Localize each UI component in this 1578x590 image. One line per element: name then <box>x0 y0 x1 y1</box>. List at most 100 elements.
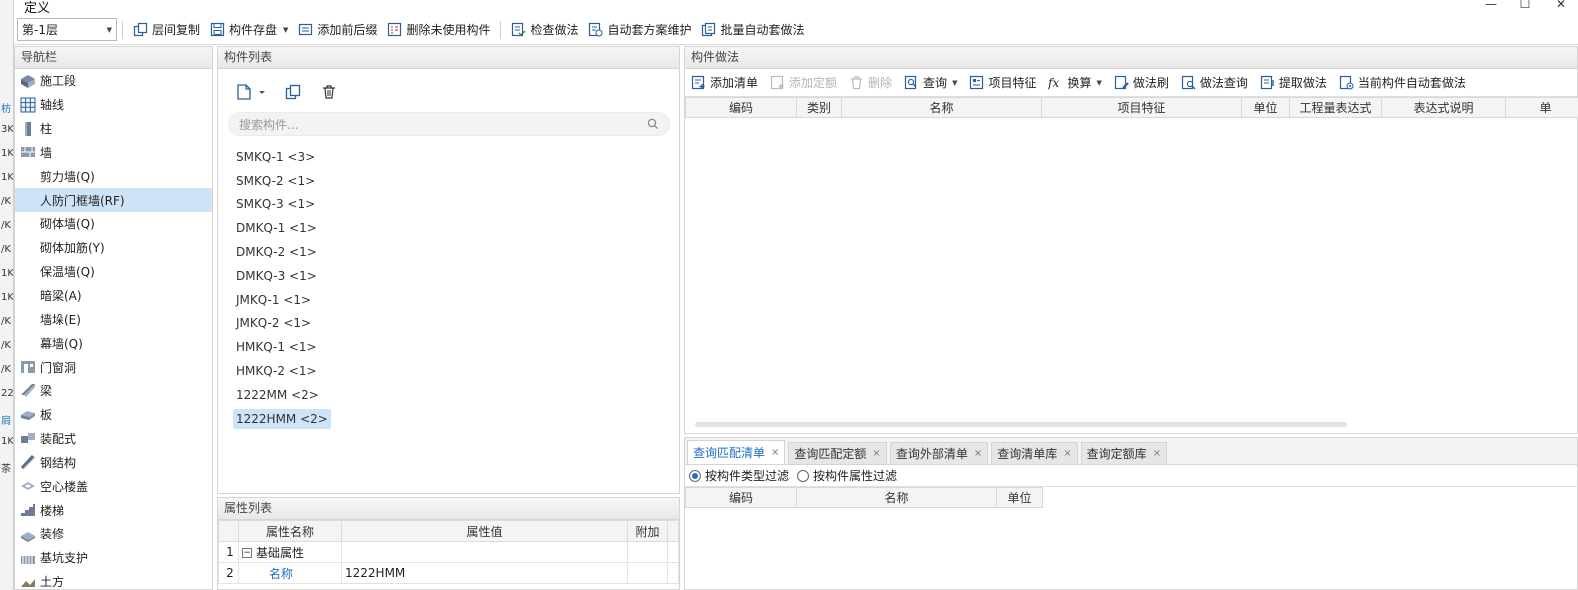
table-row[interactable]: 1 − 基础属性 <box>218 541 679 563</box>
nav-item[interactable]: 保温墙(Q) <box>15 260 212 284</box>
filter-radio[interactable]: 按构件类型过滤 <box>689 467 789 484</box>
toolbar-button-copy-floor[interactable]: 层间复制 <box>128 18 205 42</box>
horizontal-scrollbar[interactable] <box>695 422 1347 427</box>
close-icon[interactable]: × <box>771 447 779 458</box>
toolbar-button-add-affix[interactable]: 添加前后缀 <box>293 18 382 42</box>
toolbar-button-save-component[interactable]: 构件存盘 ▼ <box>205 18 293 42</box>
method-tool-auto-apply[interactable]: 当前构件自动套做法 <box>1335 71 1470 95</box>
nav-item[interactable]: 墙垛(E) <box>15 307 212 331</box>
nav-item[interactable]: 空心楼盖 <box>15 474 212 498</box>
toolbar-button-check-method[interactable]: 检查做法 <box>506 18 583 42</box>
nav-item[interactable]: 人防门框墙(RF) <box>15 188 212 213</box>
list-item[interactable]: DMKQ-2 <1> <box>218 240 679 264</box>
nav-item[interactable]: 暗梁(A) <box>15 284 212 308</box>
method-tool-method-query[interactable]: 做法查询 <box>1177 71 1252 95</box>
column-header[interactable]: 名称 <box>841 97 1042 118</box>
column-header[interactable]: 单位 <box>996 487 1043 508</box>
nav-item[interactable]: 砌体墙(Q) <box>15 212 212 236</box>
close-icon[interactable]: × <box>1063 448 1071 459</box>
method-tool-extract-method[interactable]: 提取做法 <box>1256 71 1331 95</box>
list-item[interactable]: JMKQ-1 <1> <box>218 288 679 312</box>
query-filter: 按构件类型过滤 按构件属性过滤 <box>685 465 1577 487</box>
method-tool-add-list[interactable]: 添加清单 <box>687 71 762 95</box>
property-extra[interactable] <box>627 562 668 584</box>
nav-item[interactable]: 剪力墙(Q) <box>15 164 212 188</box>
tab-query[interactable]: 查询匹配定额 × <box>788 442 887 464</box>
column-header[interactable]: 单 <box>1505 97 1578 118</box>
nav-item[interactable]: 柱 <box>15 117 212 141</box>
query-tabs: 查询匹配清单 × 查询匹配定额 × 查询外部清单 × 查询清单库 × 查询定额库 × <box>685 438 1577 465</box>
list-item[interactable]: SMKQ-2 <1> <box>218 169 679 193</box>
tab-query[interactable]: 查询外部清单 × <box>889 442 989 464</box>
list-item[interactable]: JMKQ-2 <1> <box>218 312 679 336</box>
column-header[interactable]: 表达式说明 <box>1381 97 1506 118</box>
toolbar-button-delete-unused[interactable]: 删除未使用构件 <box>382 18 495 42</box>
nav-item[interactable]: 梁 <box>15 379 212 403</box>
column-header[interactable]: 项目特征 <box>1041 97 1242 118</box>
close-icon[interactable]: × <box>974 448 982 459</box>
property-extra[interactable] <box>627 541 668 563</box>
search-input[interactable]: 搜索构件... <box>228 112 670 136</box>
nav-item[interactable]: 楼梯 <box>15 498 212 522</box>
nav-item[interactable]: 土方 <box>15 570 212 590</box>
duplicate-component-button[interactable] <box>278 79 308 105</box>
tab-query[interactable]: 查询定额库 × <box>1080 442 1168 464</box>
delete-component-button[interactable] <box>314 79 344 105</box>
column-header[interactable]: 类别 <box>796 97 842 118</box>
column-header[interactable]: 编码 <box>685 97 797 118</box>
list-item[interactable]: SMKQ-3 <1> <box>218 193 679 217</box>
list-item[interactable]: 1222MM <2> <box>218 383 679 407</box>
nav-item[interactable]: 基坑支护 <box>15 546 212 570</box>
radio-button[interactable] <box>797 469 810 482</box>
chevron-down-icon[interactable]: ▼ <box>283 26 288 34</box>
nav-item[interactable]: 轴线 <box>15 93 212 117</box>
table-row[interactable]: 2 名称 1222HMM <box>218 562 679 584</box>
toolbar-button-auto-scheme[interactable]: 自动套方案维护 <box>583 18 696 42</box>
method-tool-fx[interactable]: fx 换算 ▼ <box>1044 71 1105 95</box>
list-item[interactable]: HMKQ-2 <1> <box>218 359 679 383</box>
nav-item[interactable]: 装配式 <box>15 427 212 451</box>
maximize-button[interactable]: ☐ <box>1516 0 1534 11</box>
tab-query[interactable]: 查询清单库 × <box>991 442 1078 464</box>
method-tool-delete[interactable]: 删除 <box>845 71 896 95</box>
chevron-down-icon[interactable]: ▼ <box>1096 79 1101 87</box>
property-value[interactable]: 1222HMM <box>341 562 628 584</box>
column-header[interactable]: 编码 <box>685 487 797 508</box>
radio-button[interactable] <box>689 469 701 482</box>
list-item[interactable]: DMKQ-3 <1> <box>218 264 679 288</box>
method-tool-project-feature[interactable]: 项目特征 <box>965 71 1040 95</box>
close-icon[interactable]: × <box>1153 448 1161 459</box>
nav-item[interactable]: 砌体加筋(Y) <box>15 236 212 260</box>
window-title: 定义 <box>24 1 51 16</box>
nav-item[interactable]: 钢结构 <box>15 451 212 475</box>
nav-item[interactable]: 装修 <box>15 522 212 546</box>
close-button[interactable]: ✕ <box>1552 0 1570 11</box>
column-header[interactable]: 工程量表达式 <box>1289 97 1382 118</box>
list-item[interactable]: DMKQ-1 <1> <box>218 216 679 240</box>
nav-item[interactable]: 墙 <box>15 141 212 165</box>
method-tool-query[interactable]: 查询 ▼ <box>900 71 961 95</box>
row-number: 2 <box>218 562 239 584</box>
nav-item[interactable]: 板 <box>15 403 212 427</box>
method-tool-method-brush[interactable]: 做法刷 <box>1110 71 1173 95</box>
filter-radio[interactable]: 按构件属性过滤 <box>797 467 897 484</box>
chevron-down-icon[interactable]: ▼ <box>952 79 957 87</box>
close-icon[interactable]: × <box>872 448 880 459</box>
list-item[interactable]: 1222HMM <2> <box>218 407 679 431</box>
column-header[interactable]: 名称 <box>796 487 997 508</box>
list-item[interactable]: HMKQ-1 <1> <box>218 335 679 359</box>
nav-item[interactable]: 门窗洞 <box>15 355 212 379</box>
minimize-button[interactable]: — <box>1482 0 1500 11</box>
list-item[interactable]: SMKQ-1 <3> <box>218 145 679 169</box>
property-group[interactable]: − 基础属性 <box>238 541 342 563</box>
nav-item[interactable]: 幕墙(Q) <box>15 331 212 355</box>
nav-item[interactable]: 施工段 <box>15 69 212 93</box>
collapse-icon[interactable]: − <box>242 548 252 558</box>
method-tool-add-quota[interactable]: 添加定额 <box>766 71 841 95</box>
tab-query[interactable]: 查询匹配清单 × <box>687 440 786 464</box>
column-header[interactable]: 单位 <box>1241 97 1290 118</box>
floor-select[interactable]: 第-1层 ▼ <box>17 18 117 41</box>
toolbar-button-batch-auto[interactable]: 批量自动套做法 <box>696 18 809 42</box>
property-value[interactable] <box>341 541 628 563</box>
new-component-button[interactable] <box>228 79 272 105</box>
